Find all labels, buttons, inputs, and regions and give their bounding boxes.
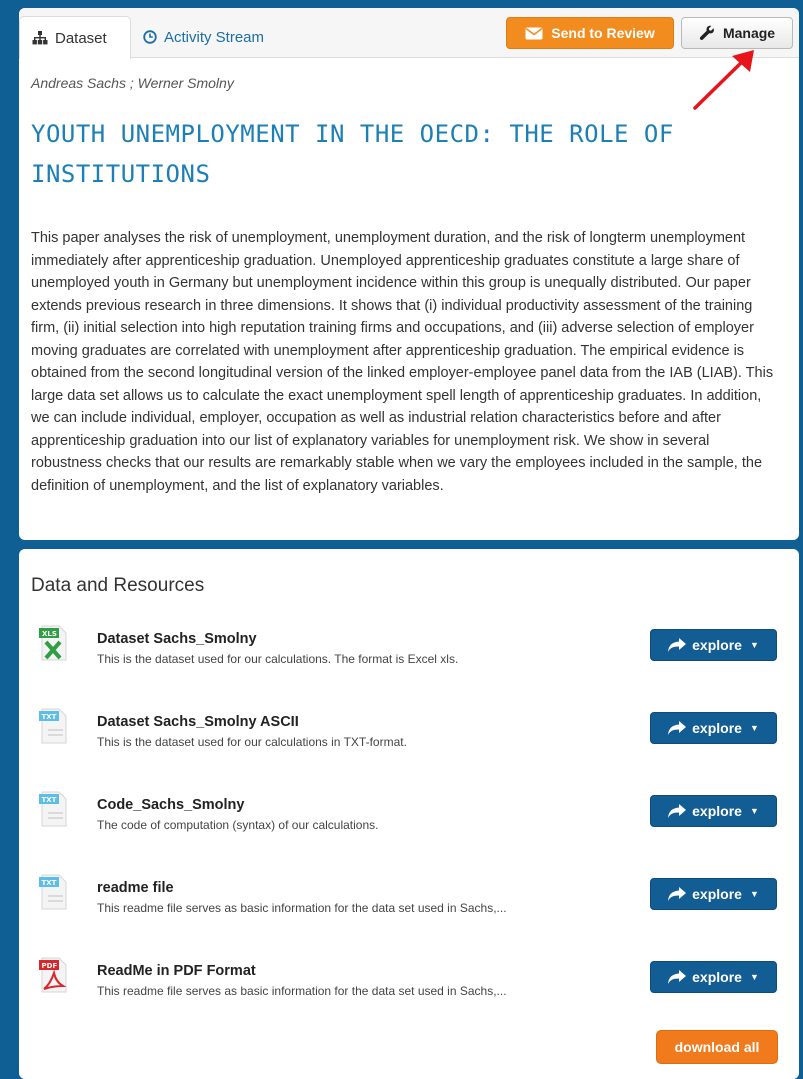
file-format-label: TXT bbox=[42, 713, 57, 721]
resource-title[interactable]: Code_Sachs_Smolny bbox=[97, 797, 244, 813]
resources-heading: Data and Resources bbox=[31, 575, 205, 596]
excel-file-icon: XLS bbox=[39, 625, 67, 661]
wrench-icon bbox=[699, 25, 714, 41]
clock-icon bbox=[143, 30, 157, 44]
caret-down-icon: ▼ bbox=[749, 640, 759, 650]
explore-label: explore bbox=[692, 803, 742, 819]
send-to-review-button[interactable]: Send to Review bbox=[506, 17, 674, 49]
share-arrow-icon bbox=[668, 638, 687, 652]
explore-button[interactable]: explore ▼ bbox=[650, 878, 777, 910]
tab-bar: Dataset Activity Stream Send to Review M… bbox=[19, 8, 799, 59]
annotation-arrow-icon bbox=[693, 50, 754, 110]
manage-button[interactable]: Manage bbox=[681, 17, 793, 49]
download-all-button[interactable]: download all bbox=[656, 1030, 778, 1064]
sitemap-icon bbox=[32, 31, 48, 45]
resource-description: The code of computation (syntax) of our … bbox=[97, 818, 379, 832]
resource-item[interactable]: TXT Code_Sachs_Smolny The code of comput… bbox=[19, 791, 799, 841]
caret-down-icon: ▼ bbox=[749, 806, 759, 816]
envelope-icon bbox=[525, 27, 543, 39]
resource-title[interactable]: readme file bbox=[97, 880, 174, 896]
resource-title[interactable]: Dataset Sachs_Smolny ASCII bbox=[97, 714, 299, 730]
file-format-label: PDF bbox=[42, 962, 58, 970]
share-arrow-icon bbox=[668, 721, 687, 735]
caret-down-icon: ▼ bbox=[749, 723, 759, 733]
resource-title[interactable]: Dataset Sachs_Smolny bbox=[97, 631, 257, 647]
explore-label: explore bbox=[692, 969, 742, 985]
resource-title[interactable]: ReadMe in PDF Format bbox=[97, 963, 256, 979]
explore-button[interactable]: explore ▼ bbox=[650, 795, 777, 827]
file-format-label: XLS bbox=[42, 630, 57, 638]
text-file-icon: TXT bbox=[39, 791, 67, 827]
share-arrow-icon bbox=[668, 804, 687, 818]
file-format-label: TXT bbox=[42, 879, 57, 887]
explore-button[interactable]: explore ▼ bbox=[650, 961, 777, 993]
text-file-icon: TXT bbox=[39, 708, 67, 744]
explore-button[interactable]: explore ▼ bbox=[650, 712, 777, 744]
explore-button[interactable]: explore ▼ bbox=[650, 629, 777, 661]
dataset-abstract: This paper analyses the risk of unemploy… bbox=[31, 230, 774, 494]
resource-description: This readme file serves as basic informa… bbox=[97, 901, 507, 915]
text-file-icon: TXT bbox=[39, 874, 67, 910]
pdf-file-icon: PDF bbox=[39, 957, 67, 993]
tab-activity-stream[interactable]: Activity Stream bbox=[131, 16, 276, 58]
dataset-authors: Andreas Sachs ; Werner Smolny bbox=[31, 75, 234, 91]
tab-dataset[interactable]: Dataset bbox=[19, 16, 131, 59]
resource-item[interactable]: TXT Dataset Sachs_Smolny ASCII This is t… bbox=[19, 708, 799, 758]
explore-label: explore bbox=[692, 720, 742, 736]
dataset-panel: Dataset Activity Stream Send to Review M… bbox=[19, 8, 799, 540]
resource-item[interactable]: XLS Dataset Sachs_Smolny This is the dat… bbox=[19, 625, 799, 675]
caret-down-icon: ▼ bbox=[749, 972, 759, 982]
manage-label: Manage bbox=[722, 25, 776, 41]
resource-item[interactable]: PDF ReadMe in PDF Format This readme fil… bbox=[19, 957, 799, 1007]
tab-dataset-label: Dataset bbox=[55, 29, 107, 47]
resources-panel: Data and Resources XLS Dataset Sachs_Smo… bbox=[19, 549, 799, 1079]
resource-description: This is the dataset used for our calcula… bbox=[97, 652, 459, 666]
tab-activity-label: Activity Stream bbox=[164, 28, 265, 46]
explore-label: explore bbox=[692, 886, 742, 902]
dataset-title: YOUTH UNEMPLOYMENT IN THE OECD: THE ROLE… bbox=[31, 120, 674, 188]
resource-description: This is the dataset used for our calcula… bbox=[97, 735, 407, 749]
send-to-review-label: Send to Review bbox=[551, 25, 655, 41]
file-format-label: TXT bbox=[42, 796, 57, 804]
explore-label: explore bbox=[692, 637, 742, 653]
share-arrow-icon bbox=[668, 887, 687, 901]
resource-description: This readme file serves as basic informa… bbox=[97, 984, 507, 998]
caret-down-icon: ▼ bbox=[749, 889, 759, 899]
share-arrow-icon bbox=[668, 970, 687, 984]
resource-item[interactable]: TXT readme file This readme file serves … bbox=[19, 874, 799, 924]
